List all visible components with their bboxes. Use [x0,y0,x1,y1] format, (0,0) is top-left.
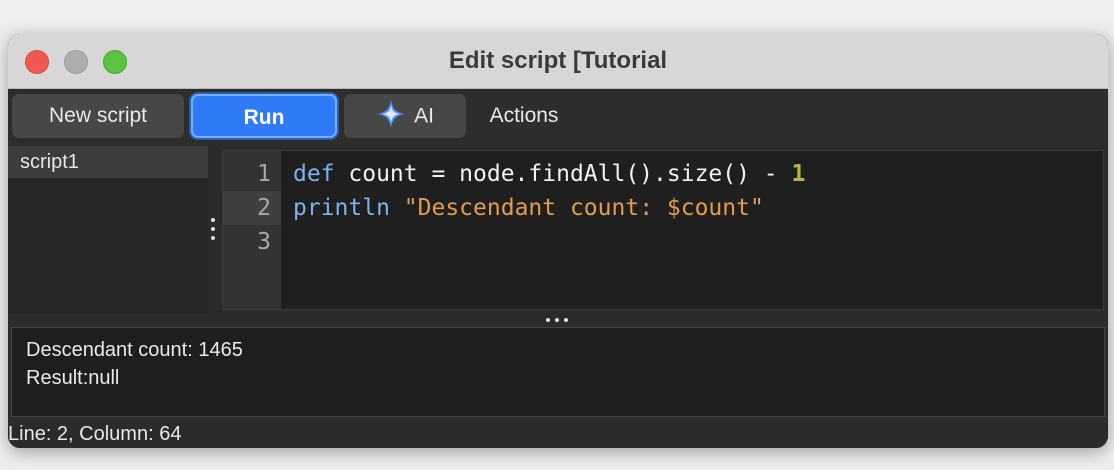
title-bar[interactable]: Edit script [Tutorial [8,34,1108,89]
run-button[interactable]: Run [191,94,337,138]
output-line: Result:null [26,367,120,389]
minimize-window-button[interactable] [64,50,88,74]
code-editor[interactable]: 1 2 3 def count = node.findAll().size() … [222,150,1104,310]
zoom-window-button[interactable] [103,50,127,74]
output-line: Descendant count: 1465 [26,339,243,361]
window-title: Edit script [Tutorial [448,47,668,74]
horizontal-splitter-handle-icon[interactable] [546,317,570,323]
code-keyword: println [293,195,390,221]
edit-script-window: Edit script [Tutorial New script Run AI … [8,34,1108,448]
code-text: count = node.findAll().size() - [334,161,792,187]
toolbar: New script Run AI Actions [8,89,1108,145]
ai-button-label: AI [414,104,434,128]
desktop-background: Edit script [Tutorial New script Run AI … [0,0,1114,470]
new-script-button[interactable]: New script [12,94,184,138]
cursor-position-status: Line: 2, Column: 64 [8,423,182,445]
code-number: 1 [791,161,806,187]
code-keyword: def [293,161,335,187]
line-number: 3 [257,229,271,255]
vertical-splitter-handle-icon[interactable] [210,218,216,242]
code-line[interactable]: println "Descendant count: $count" [293,191,764,225]
script-list-item[interactable]: script1 [8,146,208,178]
actions-menu[interactable]: Actions [474,94,574,138]
close-window-button[interactable] [25,50,49,74]
sparkle-icon [377,100,406,129]
line-number-current: 2 [223,191,281,225]
code-line[interactable]: def count = node.findAll().size() - 1 [293,157,805,191]
ai-button[interactable]: AI [344,94,466,138]
line-number-gutter: 1 2 3 [223,151,281,309]
status-bar: Line: 2, Column: 64 [8,420,1108,448]
line-number: 1 [257,161,271,187]
script-list: script1 [8,146,208,314]
code-string: "Descendant count: $count" [403,195,764,221]
output-console[interactable]: Descendant count: 1465 Result:null [11,327,1105,417]
